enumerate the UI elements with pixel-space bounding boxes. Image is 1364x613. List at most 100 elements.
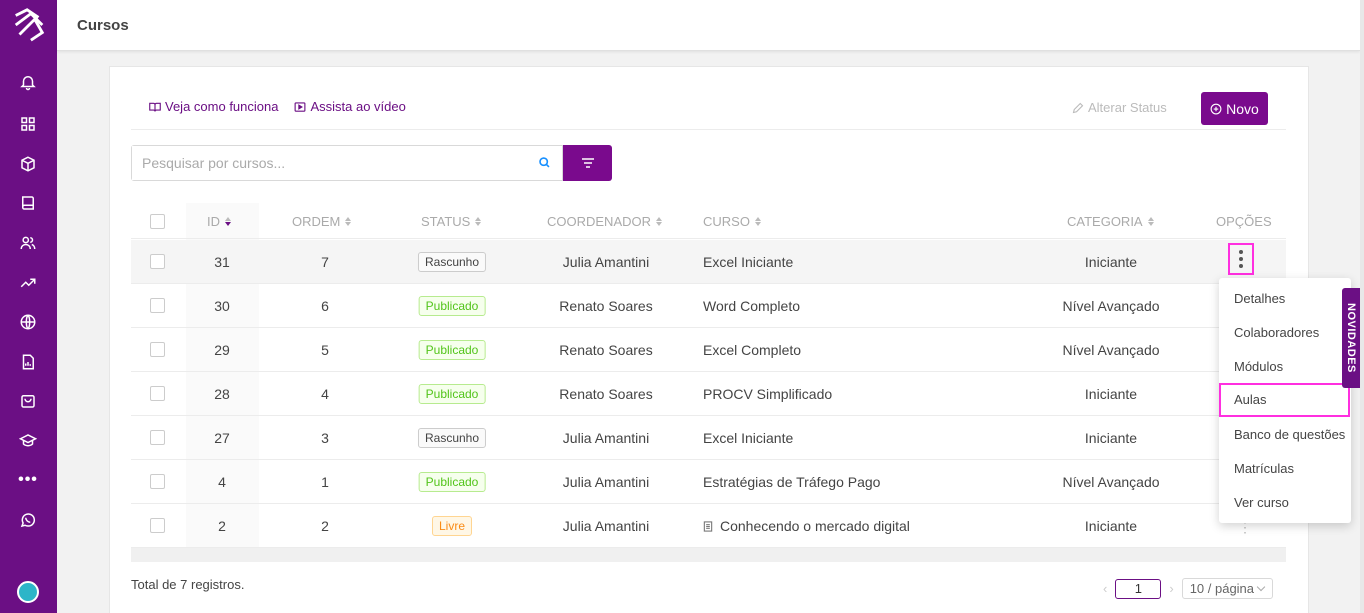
header-ordem[interactable]: ORDEM [292, 214, 352, 229]
cell-curso[interactable]: Estratégias de Tráfego Pago [703, 474, 880, 490]
cell-curso[interactable]: Excel Iniciante [703, 430, 793, 446]
menu-item-modulos[interactable]: Módulos [1219, 350, 1351, 384]
menu-item-colaboradores[interactable]: Colaboradores [1219, 316, 1351, 350]
graduation-icon[interactable] [17, 430, 39, 452]
header-coordenador-label: COORDENADOR [547, 214, 652, 229]
new-course-label: Novo [1226, 100, 1259, 117]
cell-ordem: 4 [321, 386, 329, 402]
row-checkbox[interactable] [150, 342, 165, 357]
row-checkbox[interactable] [150, 474, 165, 489]
page-number[interactable]: 1 [1115, 578, 1162, 599]
header-curso[interactable]: CURSO [703, 214, 761, 229]
divider [131, 129, 1286, 130]
alterar-status-button[interactable]: Alterar Status [1072, 100, 1167, 115]
header-id[interactable]: ID [207, 214, 231, 229]
cell-curso[interactable]: Excel Completo [703, 342, 801, 358]
table-row[interactable]: 28 4 Publicado Renato Soares PROCV Simpl… [131, 372, 1286, 416]
filter-button[interactable] [563, 145, 612, 181]
whatsapp-icon[interactable] [17, 509, 39, 531]
cell-curso-label: Conhecendo o mercado digital [720, 518, 910, 534]
cell-curso[interactable]: Excel Iniciante [703, 254, 793, 270]
table-row[interactable]: 27 3 Rascunho Julia Amantini Excel Inici… [131, 416, 1286, 460]
grid-icon[interactable] [17, 113, 39, 135]
next-page-icon[interactable]: › [1169, 581, 1173, 596]
table-scrollbar[interactable] [131, 548, 1286, 562]
sort-icon [754, 217, 761, 226]
cube-icon[interactable] [17, 153, 39, 175]
row-checkbox[interactable] [150, 518, 165, 533]
how-it-works-label: Veja como funciona [165, 99, 279, 114]
how-it-works-link[interactable]: Veja como funciona [149, 99, 278, 114]
globe-icon[interactable] [17, 311, 39, 333]
cell-id: 4 [218, 474, 226, 490]
table-row[interactable]: 31 7 Rascunho Julia Amantini Excel Inici… [131, 240, 1286, 284]
bag-icon[interactable] [17, 390, 39, 412]
table-row[interactable]: 29 5 Publicado Renato Soares Excel Compl… [131, 328, 1286, 372]
cell-coordenador: Renato Soares [559, 298, 653, 314]
prev-page-icon[interactable]: ‹ [1103, 581, 1107, 596]
new-course-button[interactable]: Novo [1201, 92, 1268, 125]
pagination: ‹ 1 › 10 / página [1103, 578, 1273, 599]
status-badge: Publicado [418, 472, 486, 492]
cell-categoria: Iniciante [1084, 254, 1138, 270]
cell-coordenador: Julia Amantini [562, 430, 650, 446]
watch-video-link[interactable]: Assista ao vídeo [294, 99, 406, 114]
table-row[interactable]: 4 1 Publicado Julia Amantini Estratégias… [131, 460, 1286, 504]
menu-item-banco-questoes[interactable]: Banco de questões [1219, 418, 1351, 452]
menu-item-aulas[interactable]: Aulas [1219, 383, 1350, 417]
cell-coordenador: Julia Amantini [562, 518, 650, 534]
sort-icon [345, 217, 352, 226]
table-row[interactable]: 2 2 Livre Julia Amantini Conhecendo o me… [131, 504, 1286, 548]
header-id-label: ID [207, 214, 220, 229]
more-icon[interactable]: ••• [17, 469, 39, 491]
total-records: Total de 7 registros. [131, 577, 245, 592]
cell-ordem: 7 [321, 254, 329, 270]
sort-icon [656, 217, 663, 226]
cell-curso[interactable]: Conhecendo o mercado digital [703, 518, 910, 534]
page-size-select[interactable]: 10 / página [1181, 578, 1273, 599]
report-icon[interactable] [17, 351, 39, 373]
users-icon[interactable] [17, 232, 39, 254]
cell-id: 2 [218, 518, 226, 534]
alterar-status-label: Alterar Status [1088, 100, 1167, 115]
cell-id: 28 [214, 386, 230, 402]
novidades-tab[interactable]: NOVIDADES [1342, 288, 1360, 388]
help-links: Veja como funciona Assista ao vídeo [149, 99, 406, 114]
search-icon[interactable] [538, 156, 551, 169]
cell-curso[interactable]: PROCV Simplificado [703, 386, 832, 402]
menu-item-ver-curso[interactable]: Ver curso [1219, 486, 1351, 520]
row-checkbox[interactable] [150, 298, 165, 313]
cell-id: 29 [214, 342, 230, 358]
cell-categoria: Nível Avançado [1062, 298, 1160, 314]
status-badge: Rascunho [417, 252, 487, 272]
pencil-icon [1072, 102, 1084, 113]
header-status[interactable]: STATUS [421, 214, 482, 229]
header-coordenador[interactable]: COORDENADOR [547, 214, 663, 229]
cell-ordem: 1 [321, 474, 329, 490]
row-checkbox[interactable] [150, 386, 165, 401]
status-badge: Publicado [418, 296, 486, 316]
watch-video-label: Assista ao vídeo [310, 99, 406, 114]
header-categoria[interactable]: CATEGORIA [1067, 214, 1154, 229]
logo-icon[interactable] [10, 6, 48, 44]
menu-item-matriculas[interactable]: Matrículas [1219, 452, 1351, 486]
scrollbar[interactable] [1360, 0, 1364, 613]
menu-item-detalhes[interactable]: Detalhes [1219, 282, 1351, 316]
book-icon[interactable] [17, 192, 39, 214]
trending-icon[interactable] [17, 272, 39, 294]
top-bar: Cursos [57, 0, 1360, 51]
avatar[interactable] [17, 581, 39, 603]
cell-ordem: 2 [321, 518, 329, 534]
table-row[interactable]: 30 6 Publicado Renato Soares Word Comple… [131, 284, 1286, 328]
table-header: ID ORDEM STATUS COORDENADOR CURSO CATEGO… [131, 203, 1286, 239]
page-title: Cursos [77, 17, 129, 34]
cell-curso[interactable]: Word Completo [703, 298, 800, 314]
row-checkbox[interactable] [150, 430, 165, 445]
header-curso-label: CURSO [703, 214, 750, 229]
row-options-button[interactable] [1228, 243, 1254, 275]
header-categoria-label: CATEGORIA [1067, 214, 1143, 229]
row-checkbox[interactable] [150, 254, 165, 269]
select-all-checkbox[interactable] [150, 214, 165, 229]
bell-icon[interactable] [17, 71, 39, 93]
search-input[interactable] [132, 146, 512, 180]
